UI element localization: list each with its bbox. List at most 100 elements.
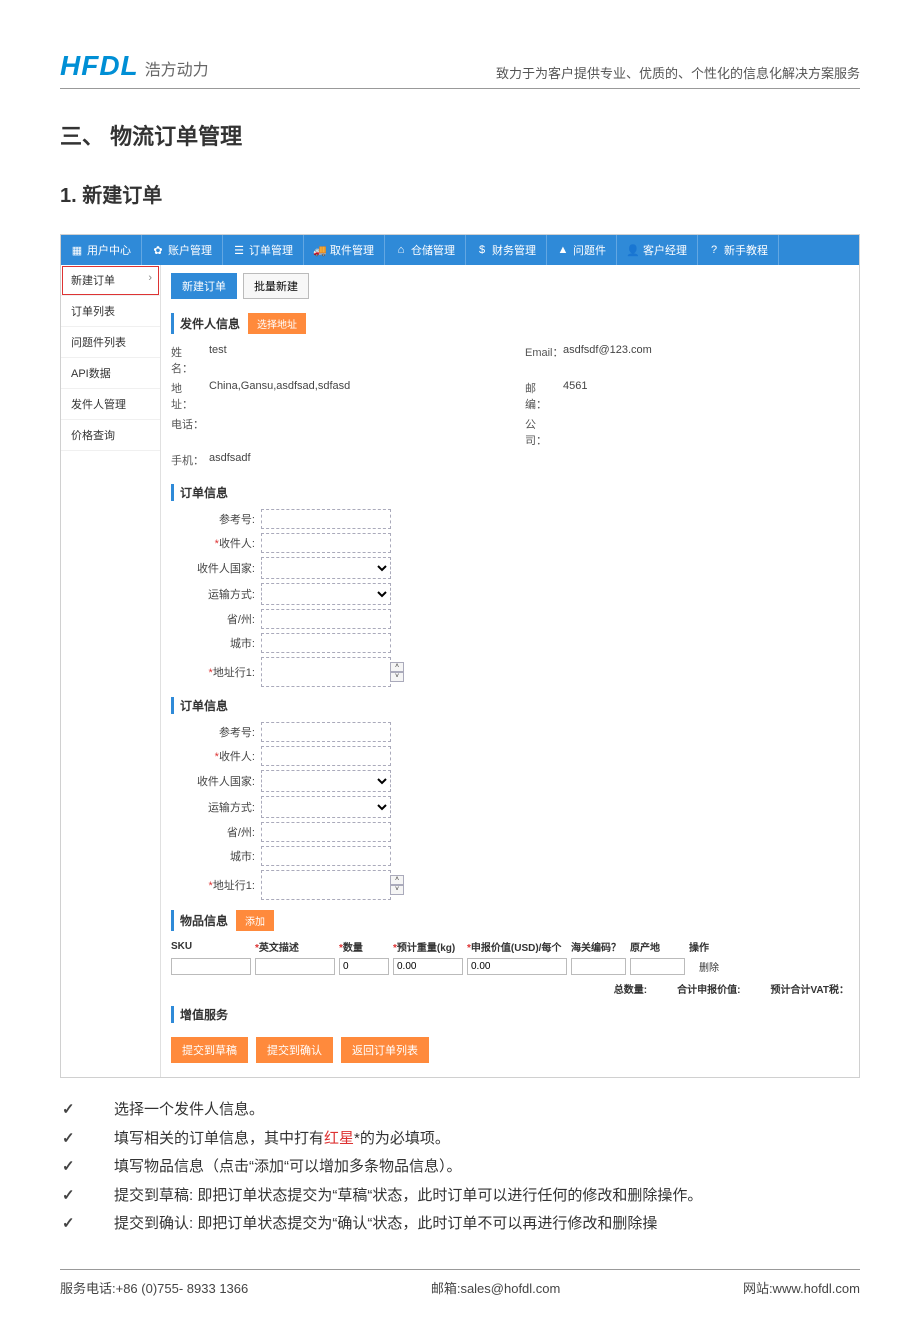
prov-input[interactable] bbox=[261, 609, 391, 629]
nav-finance[interactable]: $财务管理 bbox=[466, 235, 547, 265]
sidebar-sender-mgmt[interactable]: 发件人管理 bbox=[61, 389, 160, 420]
addr1-spinner[interactable]: ˄˅ bbox=[390, 662, 404, 682]
weight-input[interactable] bbox=[393, 958, 463, 975]
add-goods-button[interactable]: 添加 bbox=[236, 910, 274, 931]
slogan: 致力于为客户提供专业、优质的、个性化的信息化解决方案服务 bbox=[496, 63, 860, 82]
goods-title: 物品信息 bbox=[180, 912, 228, 929]
logo-mark: HFDL bbox=[60, 50, 139, 82]
order-form-1: 参考号: *收件人: 收件人国家: 运输方式: 省/州: 城市: *地址行1:˄… bbox=[171, 509, 849, 687]
sender-info: 姓 名：test Email：asdfsdf@123.com 地 址：China… bbox=[171, 342, 849, 474]
ref-input-2[interactable] bbox=[261, 722, 391, 742]
list-item: 填写相关的订单信息，其中打有红星*的为必填项。 bbox=[60, 1125, 860, 1154]
section-heading: 三、 物流订单管理 bbox=[60, 119, 860, 151]
col-hs: 海关编码？ bbox=[571, 939, 626, 954]
origin-input[interactable] bbox=[630, 958, 685, 975]
submit-confirm-button[interactable]: 提交到确认 bbox=[256, 1037, 333, 1063]
goods-totals: 总数量: 合计申报价值: 预计合计VAT税： bbox=[171, 981, 849, 996]
sidebar-new-order[interactable]: 新建订单 bbox=[61, 265, 160, 296]
choose-address-button[interactable]: 选择地址 bbox=[248, 313, 306, 334]
recv-label: *收件人: bbox=[171, 535, 261, 551]
sender-section-head: 发件人信息 选择地址 bbox=[171, 313, 849, 334]
prov-input-2[interactable] bbox=[261, 822, 391, 842]
nav-orders[interactable]: ☰订单管理 bbox=[223, 235, 304, 265]
sidebar: 新建订单 订单列表 问题件列表 API数据 发件人管理 价格查询 bbox=[61, 265, 161, 1077]
recv-label-2: *收件人: bbox=[171, 748, 261, 764]
city-input-2[interactable] bbox=[261, 846, 391, 866]
goods-section-head: 物品信息 添加 bbox=[171, 910, 849, 931]
addr1-input-2[interactable] bbox=[261, 870, 391, 900]
list-item: 选择一个发件人信息。 bbox=[60, 1096, 860, 1125]
comp-label: 公 司： bbox=[525, 416, 559, 448]
spin-up-icon[interactable]: ˄ bbox=[390, 875, 404, 885]
post-value: 4561 bbox=[563, 380, 587, 412]
prov-label: 省/州: bbox=[171, 611, 261, 627]
sku-input[interactable] bbox=[171, 958, 251, 975]
logo: HFDL 浩方动力 bbox=[60, 50, 209, 82]
city-input[interactable] bbox=[261, 633, 391, 653]
name-value: test bbox=[209, 344, 227, 376]
addr1-label: *地址行1: bbox=[171, 664, 261, 680]
nav-manager[interactable]: 👤客户经理 bbox=[617, 235, 698, 265]
submit-draft-button[interactable]: 提交到草稿 bbox=[171, 1037, 248, 1063]
doc-header: HFDL 浩方动力 致力于为客户提供专业、优质的、个性化的信息化解决方案服务 bbox=[60, 50, 860, 89]
new-order-button[interactable]: 新建订单 bbox=[171, 273, 237, 299]
col-qty: *数量 bbox=[339, 939, 389, 954]
footer-site: 网站:www.hofdl.com bbox=[743, 1278, 860, 1297]
main-panel: 新建订单 批量新建 发件人信息 选择地址 姓 名：test Email：asdf… bbox=[161, 265, 859, 1077]
en-desc-input[interactable] bbox=[255, 958, 335, 975]
batch-new-button[interactable]: 批量新建 bbox=[243, 273, 309, 299]
ship-select-2[interactable] bbox=[261, 796, 391, 818]
truck-icon: 🚚 bbox=[314, 244, 326, 256]
nav-pickup[interactable]: 🚚取件管理 bbox=[304, 235, 385, 265]
total-qty-label: 总数量: bbox=[614, 981, 647, 996]
ref-input[interactable] bbox=[261, 509, 391, 529]
spin-down-icon[interactable]: ˅ bbox=[390, 885, 404, 895]
country-label: 收件人国家: bbox=[171, 560, 261, 576]
sidebar-api-data[interactable]: API数据 bbox=[61, 358, 160, 389]
hs-input[interactable] bbox=[571, 958, 626, 975]
addr1-input[interactable] bbox=[261, 657, 391, 687]
list-icon: ☰ bbox=[233, 244, 245, 256]
nav-account[interactable]: ✿账户管理 bbox=[142, 235, 223, 265]
nav-tutorial[interactable]: ?新手教程 bbox=[698, 235, 779, 265]
col-wt: *预计重量(kg) bbox=[393, 939, 463, 954]
nav-warehouse[interactable]: ⌂仓储管理 bbox=[385, 235, 466, 265]
order-form-2: 参考号: *收件人: 收件人国家: 运输方式: 省/州: 城市: *地址行1:˄… bbox=[171, 722, 849, 900]
city-label: 城市: bbox=[171, 635, 261, 651]
total-val-label: 合计申报价值: bbox=[677, 981, 740, 996]
delete-row-link[interactable]: 删除 bbox=[689, 959, 729, 974]
recv-input[interactable] bbox=[261, 533, 391, 553]
addr1-spinner-2[interactable]: ˄˅ bbox=[390, 875, 404, 895]
spin-up-icon[interactable]: ˄ bbox=[390, 662, 404, 672]
addr-value: China,Gansu,asdfsad,sdfasd bbox=[209, 380, 350, 412]
sidebar-order-list[interactable]: 订单列表 bbox=[61, 296, 160, 327]
sidebar-issue-list[interactable]: 问题件列表 bbox=[61, 327, 160, 358]
recv-input-2[interactable] bbox=[261, 746, 391, 766]
spin-down-icon[interactable]: ˅ bbox=[390, 672, 404, 682]
qty-input[interactable] bbox=[339, 958, 389, 975]
col-op: 操作 bbox=[689, 939, 729, 954]
doc-footer: 服务电话:+86 (0)755- 8933 1366 邮箱:sales@hofd… bbox=[60, 1269, 860, 1297]
ref-label: 参考号: bbox=[171, 511, 261, 527]
ship-select[interactable] bbox=[261, 583, 391, 605]
country-select[interactable] bbox=[261, 557, 391, 579]
home-icon: ⌂ bbox=[395, 244, 407, 256]
country-label-2: 收件人国家: bbox=[171, 773, 261, 789]
footer-mail: 邮箱:sales@hofdl.com bbox=[431, 1278, 561, 1297]
email-value: asdfsdf@123.com bbox=[563, 344, 652, 376]
post-label: 邮 编： bbox=[525, 380, 559, 412]
vas-section-head: 增值服务 bbox=[171, 1006, 849, 1023]
nav-user-center[interactable]: ▦用户中心 bbox=[61, 235, 142, 265]
back-list-button[interactable]: 返回订单列表 bbox=[341, 1037, 429, 1063]
value-input[interactable] bbox=[467, 958, 567, 975]
top-nav: ▦用户中心 ✿账户管理 ☰订单管理 🚚取件管理 ⌂仓储管理 $财务管理 ▲问题件… bbox=[61, 235, 859, 265]
nav-issues[interactable]: ▲问题件 bbox=[547, 235, 617, 265]
col-orig: 原产地 bbox=[630, 939, 685, 954]
order-section-head-2: 订单信息 bbox=[171, 697, 849, 714]
sender-title: 发件人信息 bbox=[180, 315, 240, 332]
ref-label-2: 参考号: bbox=[171, 724, 261, 740]
country-select-2[interactable] bbox=[261, 770, 391, 792]
footer-tel: 服务电话:+86 (0)755- 8933 1366 bbox=[60, 1278, 248, 1297]
grid-icon: ▦ bbox=[71, 244, 83, 256]
sidebar-price-query[interactable]: 价格查询 bbox=[61, 420, 160, 451]
